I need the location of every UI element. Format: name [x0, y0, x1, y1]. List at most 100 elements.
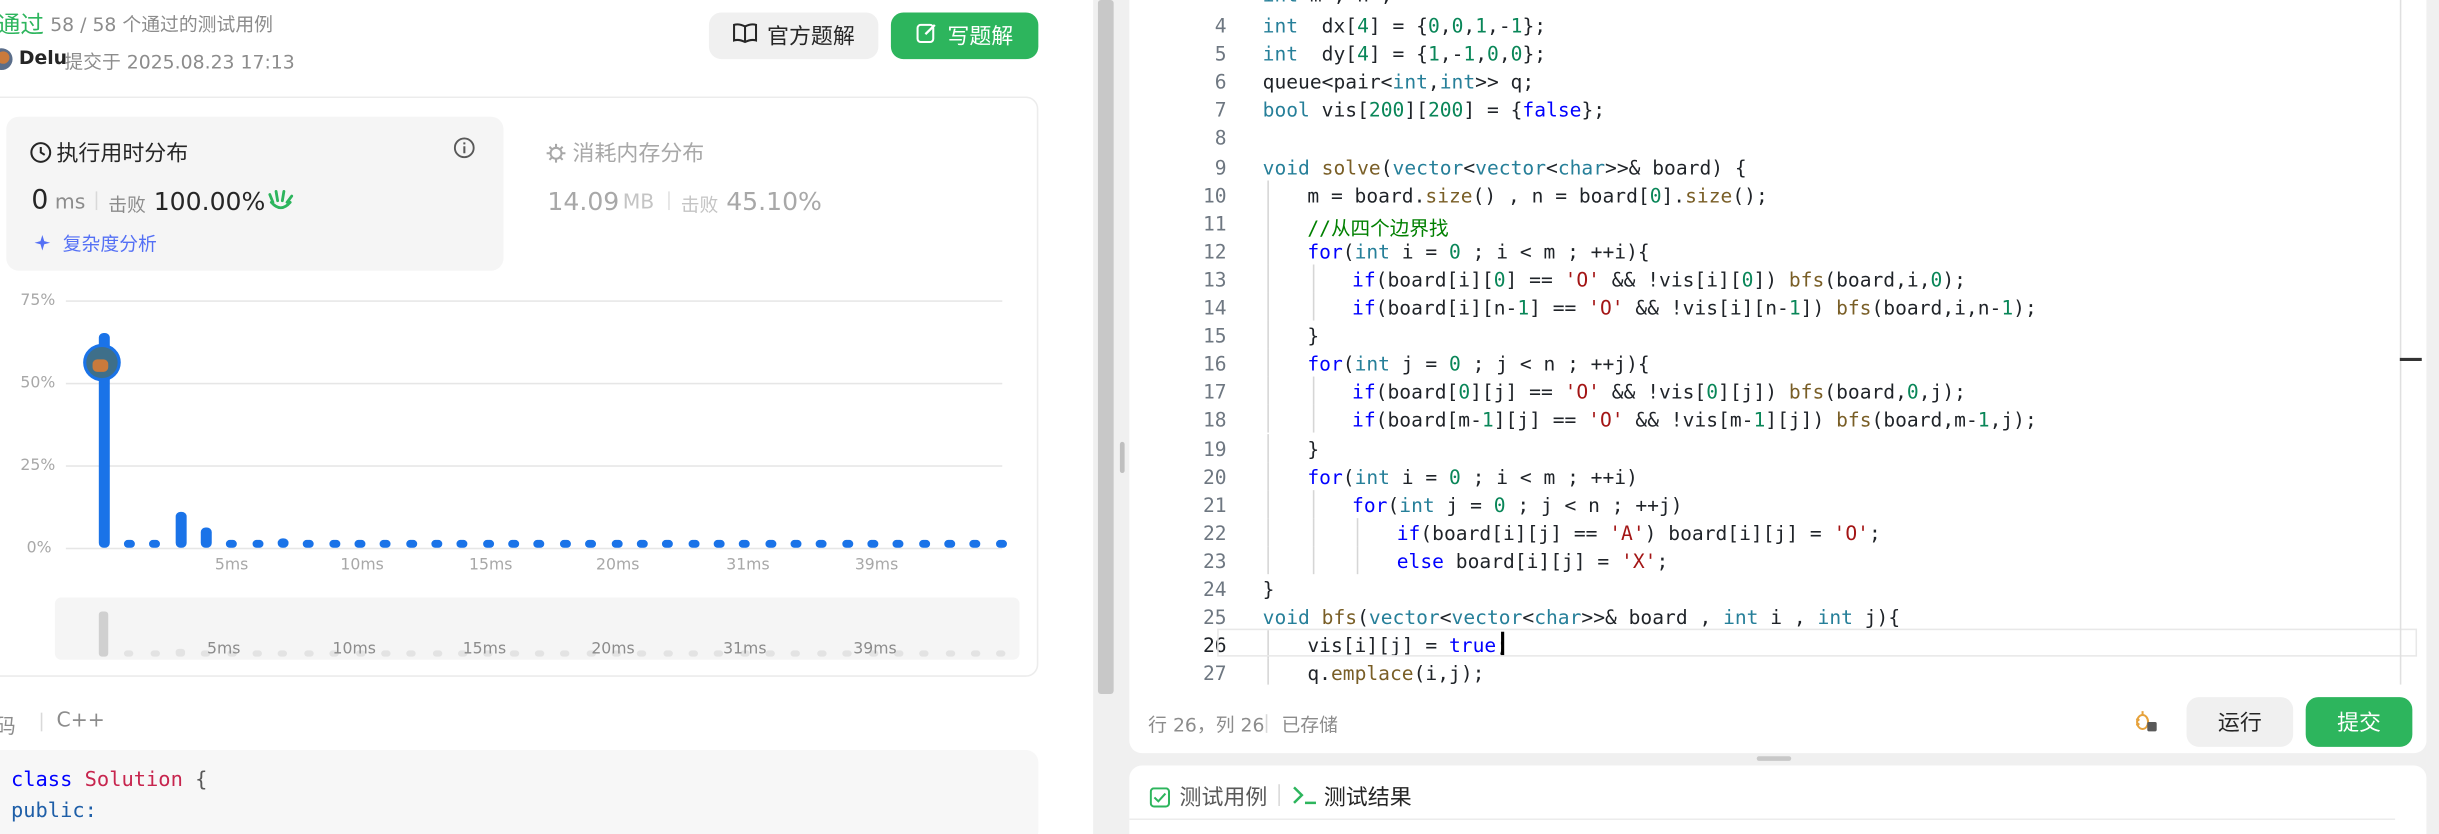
chart-bar[interactable]: [328, 539, 340, 548]
chart-bar[interactable]: [482, 539, 494, 548]
x-tick-label: 5ms: [214, 557, 249, 575]
code-token: int: [1817, 605, 1853, 629]
tab-divider: [1129, 818, 2396, 821]
tab-test-result[interactable]: 测试结果: [1324, 781, 1412, 812]
code-token: 1: [1788, 295, 1801, 319]
chart-bar[interactable]: [790, 539, 802, 548]
debug-bug-icon[interactable]: [2133, 710, 2158, 741]
chart-bar[interactable]: [123, 539, 135, 548]
mini-chart-bar: [945, 650, 955, 657]
code-token: ; i < m ; ++i): [1460, 464, 1638, 488]
code-token: bfs: [1836, 408, 1872, 432]
code-token: ] ==: [1529, 295, 1589, 319]
official-solution-button[interactable]: 官方题解: [708, 12, 879, 60]
chart-bar[interactable]: [559, 539, 571, 548]
chart-bar[interactable]: [610, 539, 622, 548]
code-line: for(int j = 0 ; j < n ; ++j): [1352, 493, 1683, 516]
code-token: 0: [1493, 492, 1506, 517]
code-token: ] = {: [1463, 98, 1523, 122]
chart-bar[interactable]: [533, 539, 545, 548]
code-editor-panel[interactable]: int m , n ; 4int dx[4] = {0,0,1,-1};5int…: [1129, 0, 2427, 754]
chart-bar[interactable]: [405, 539, 417, 548]
chart-bar[interactable]: [226, 539, 238, 548]
chart-bar[interactable]: [893, 539, 904, 548]
line-number: 24: [1202, 577, 1227, 601]
mini-chart-bar: [560, 650, 570, 657]
runtime-distribution-chart[interactable]: 75% 50% 25% 0% 5ms 10ms 15ms 20ms 31ms 3…: [0, 288, 1035, 599]
mini-chart-bar: [150, 650, 160, 657]
code-line: int dx[4] = {0,0,1,-1};: [1263, 14, 1546, 37]
chart-bar[interactable]: [662, 539, 674, 548]
code-line: if(board[i][j] == 'A') board[i][j] = 'O'…: [1397, 521, 1881, 544]
chart-bar[interactable]: [508, 539, 520, 548]
chart-bar[interactable]: [277, 537, 289, 548]
code-token: 0: [1449, 239, 1461, 263]
chart-bar[interactable]: [149, 539, 161, 548]
chart-bar[interactable]: [251, 539, 263, 548]
code-token: ]): [1800, 295, 1837, 319]
line-number: 17: [1202, 380, 1227, 404]
code-token: 'O': [1564, 267, 1600, 291]
code-token: );: [1942, 267, 1966, 291]
username[interactable]: Delu: [19, 47, 67, 69]
chart-bar[interactable]: [944, 539, 956, 548]
chart-bar[interactable]: [354, 539, 366, 548]
tab-testcase[interactable]: 测试用例: [1180, 781, 1268, 812]
code-editor[interactable]: int m , n ; 4int dx[4] = {0,0,1,-1};5int…: [1129, 0, 2426, 685]
chart-bar[interactable]: [995, 539, 1007, 548]
write-solution-label: 写题解: [947, 24, 1014, 50]
chart-bar[interactable]: [764, 539, 776, 548]
complexity-analysis-link[interactable]: 复杂度分析: [63, 230, 157, 256]
chart-bar[interactable]: [969, 539, 981, 548]
memory-card[interactable]: 消耗内存分布 14.09 MB 击败 45.10%: [527, 117, 998, 271]
chart-bar[interactable]: [636, 539, 648, 548]
chart-bar[interactable]: [816, 539, 828, 548]
chart-bar[interactable]: [457, 539, 469, 548]
resize-handle[interactable]: [1119, 441, 1125, 474]
code-token: for: [1352, 492, 1388, 517]
code-token: <: [1522, 605, 1535, 629]
run-button[interactable]: 运行: [2186, 697, 2294, 747]
chart-bar[interactable]: [303, 539, 315, 548]
code-block[interactable]: class Solution { public:: [0, 749, 1039, 834]
mini-chart-bar: [688, 650, 699, 657]
write-solution-button[interactable]: 写题解: [890, 12, 1039, 60]
code-line: for(int i = 0 ; i < m ; ++i){: [1307, 239, 1649, 262]
chart-bar[interactable]: [174, 511, 186, 548]
clap-icon: [268, 188, 294, 218]
chart-bar[interactable]: [687, 539, 699, 548]
chart-bar[interactable]: [841, 539, 853, 548]
chart-bar[interactable]: [380, 539, 392, 548]
code-token: size: [1425, 182, 1473, 207]
left-panel-scrollbar[interactable]: [1097, 0, 1114, 694]
chart-bar[interactable]: [585, 539, 597, 548]
avatar[interactable]: [0, 48, 13, 71]
runtime-card[interactable]: 执行用时分布 0 ms 击败 100.00% 复杂度分析: [6, 116, 504, 271]
line-number: 19: [1202, 436, 1227, 460]
code-token: int: [1392, 70, 1428, 94]
info-icon[interactable]: [453, 135, 475, 165]
code-line: if(board[i][n-1] == 'O' && !vis[i][n-1])…: [1352, 296, 2037, 319]
chart-range-selector[interactable]: 5ms 10ms 15ms 20ms 31ms 39ms: [54, 597, 1020, 660]
submit-button[interactable]: 提交: [2305, 697, 2413, 747]
official-solution-label: 官方题解: [766, 24, 855, 50]
chart-bar[interactable]: [918, 539, 930, 548]
avatar-marker[interactable]: [83, 343, 121, 382]
line-number: 12: [1202, 239, 1227, 263]
code-token: ] = {: [1368, 42, 1428, 66]
code-line: queue<pair<int,int>> q;: [1263, 70, 1535, 93]
code-token: vector: [1368, 605, 1440, 629]
editor-scrollbar-track[interactable]: [2399, 0, 2402, 685]
code-line: }: [1263, 577, 1275, 600]
code-token: vis[: [1309, 98, 1369, 122]
chart-bar[interactable]: [200, 527, 212, 548]
bar-series: [0, 288, 1035, 553]
code-token: <: [1463, 154, 1476, 179]
vertical-resize-handle[interactable]: [1756, 756, 1792, 761]
code-token: }: [1307, 323, 1320, 348]
indent-guide: [1267, 348, 1269, 377]
chart-bar[interactable]: [431, 539, 443, 548]
chart-bar[interactable]: [739, 539, 751, 548]
chart-bar[interactable]: [713, 539, 725, 548]
chart-bar[interactable]: [867, 539, 879, 548]
